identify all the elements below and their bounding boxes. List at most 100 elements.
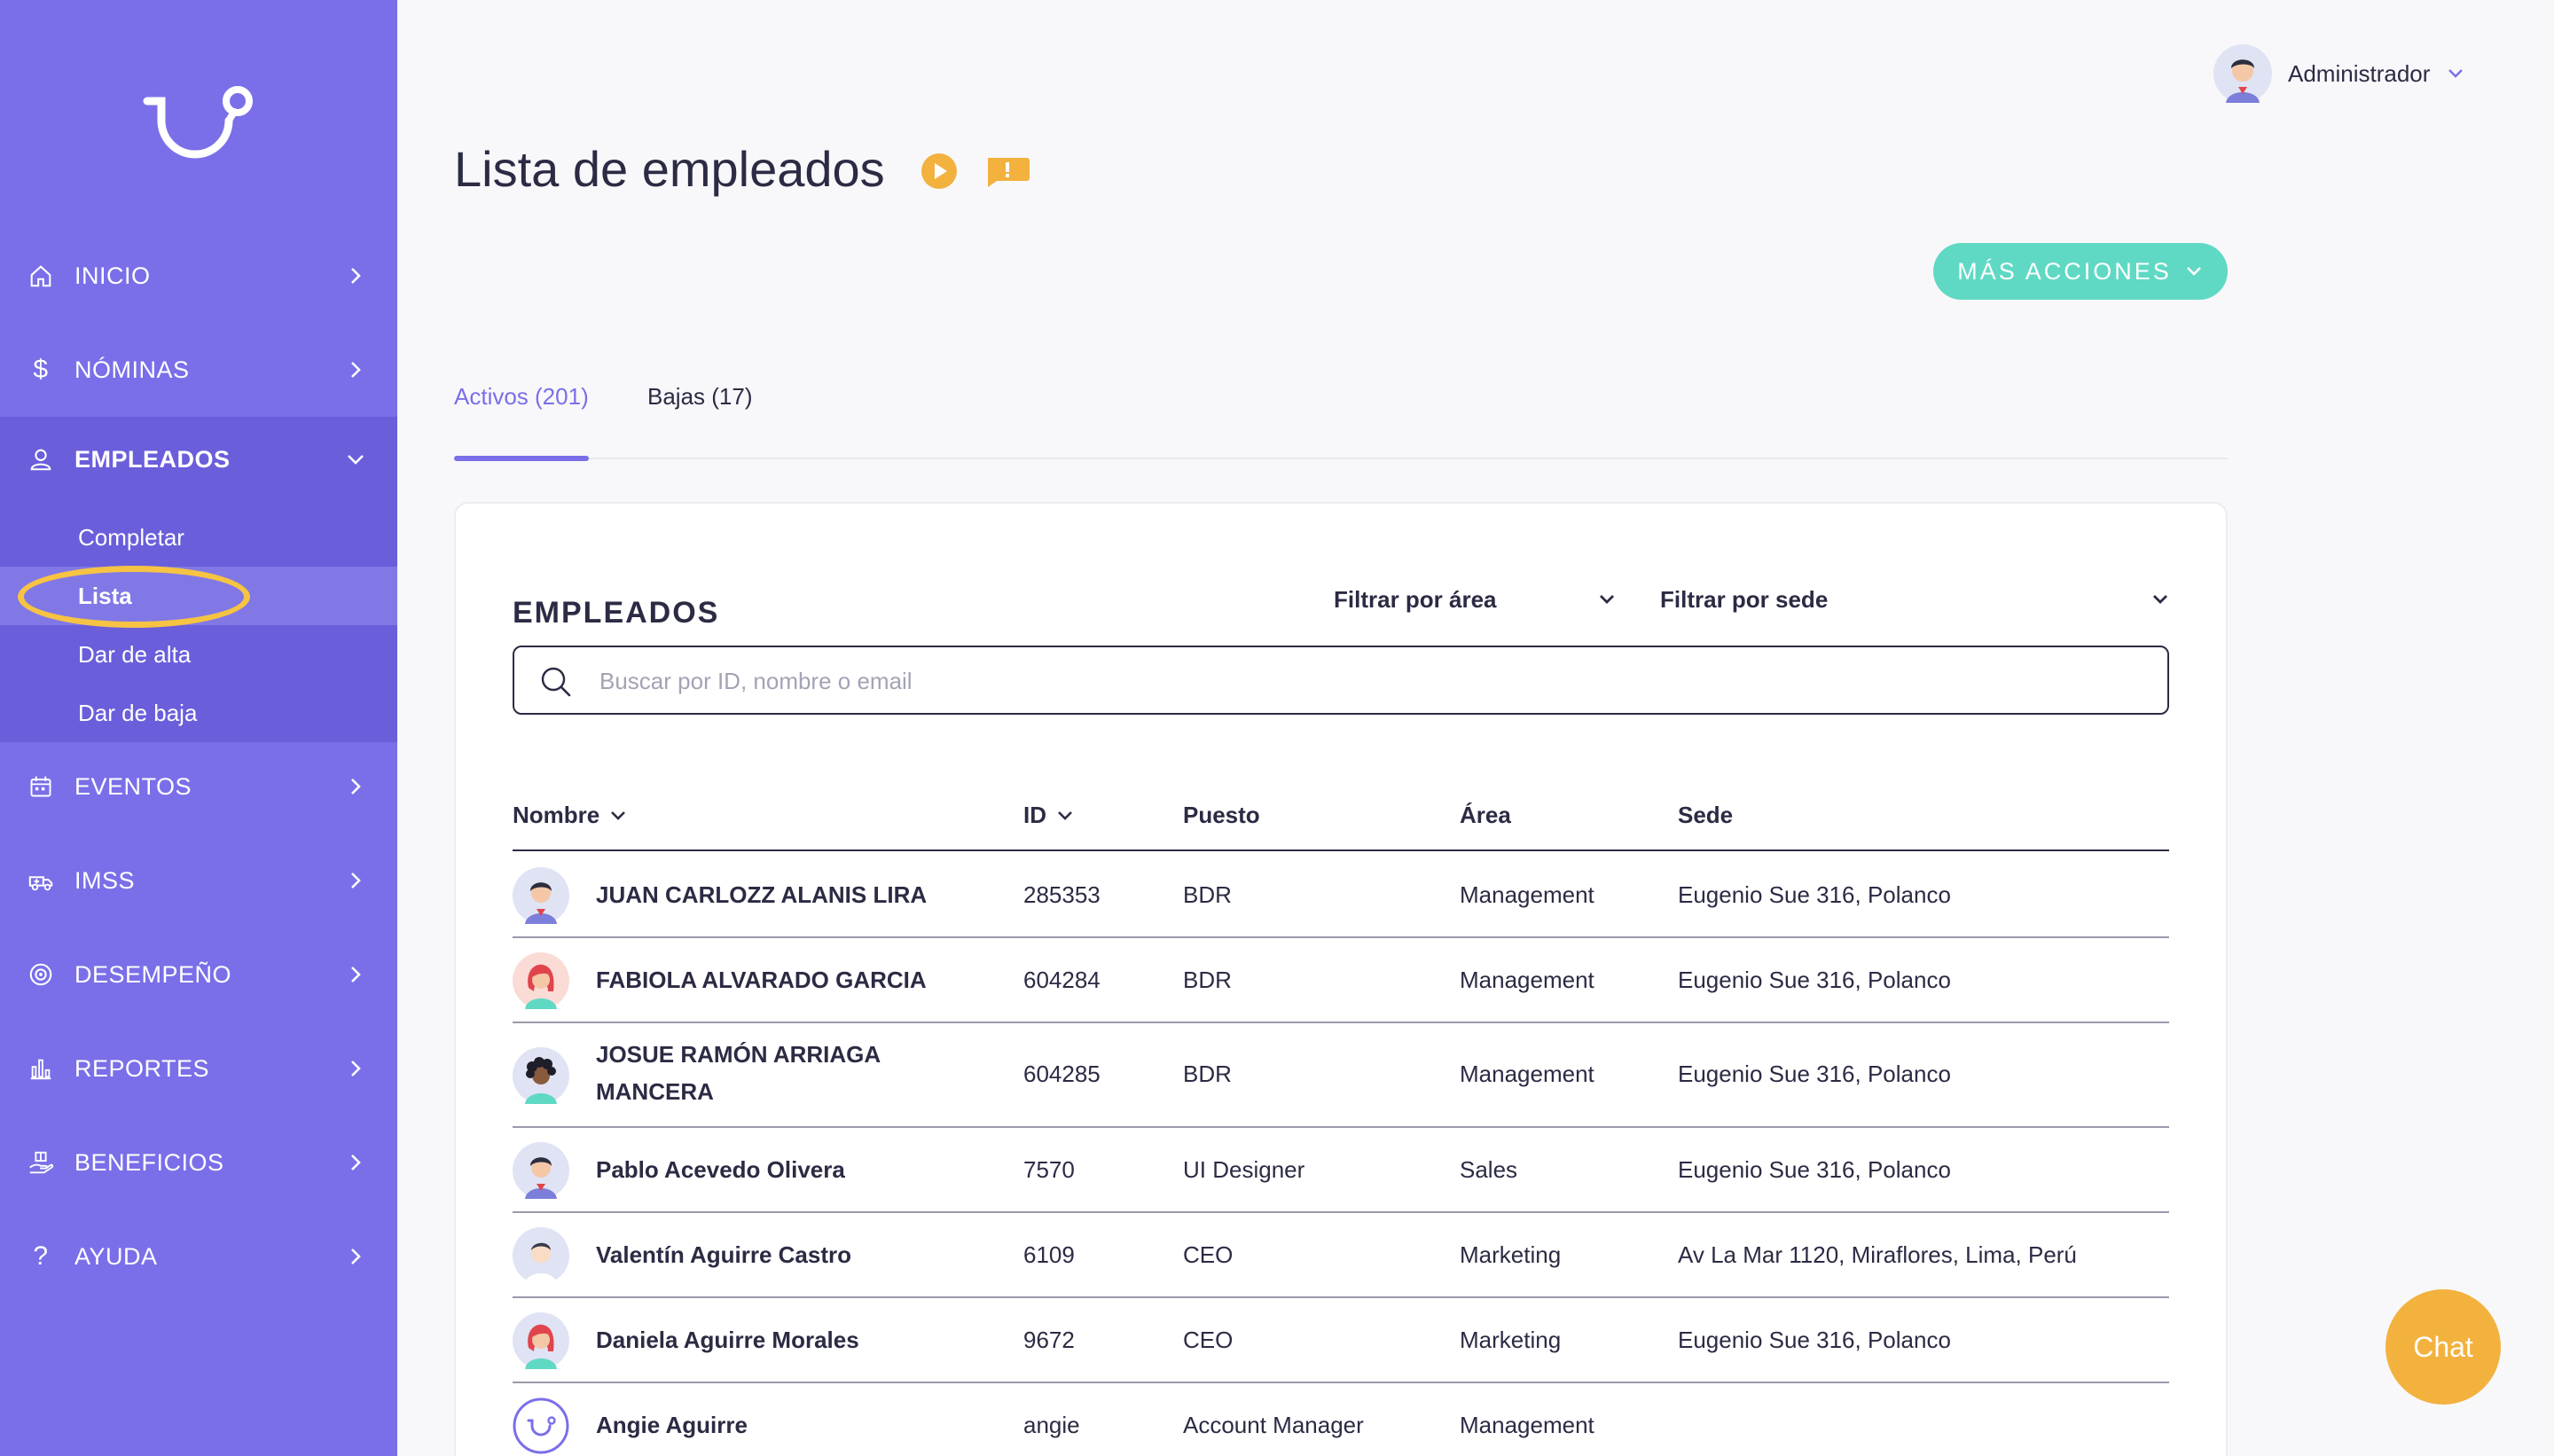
employee-name: Pablo Acevedo Olivera [596,1156,845,1183]
sidebar-item-inicio[interactable]: INICIO [0,229,397,323]
employee-sede: Eugenio Sue 316, Polanco [1678,967,1951,993]
sidebar-item-label: IMSS [74,866,136,894]
sidebar-item-nominas[interactable]: $ NÓMINAS [0,323,397,417]
chevron-down-icon [2153,595,2167,604]
search-input[interactable] [599,660,2143,702]
chevron-right-icon [351,362,361,378]
subnav-item-label: Lista [78,582,132,609]
table-row[interactable]: Angie Aguirre angie Account Manager Mana… [513,1383,2169,1456]
alert-message-icon[interactable] [984,156,1030,188]
sidebar-item-eventos[interactable]: EVENTOS [0,740,397,834]
chevron-down-icon [2448,69,2464,78]
employee-sede: Eugenio Sue 316, Polanco [1678,1156,1951,1183]
user-icon [27,445,55,474]
sidebar-item-label: NÓMINAS [74,356,190,383]
gift-hand-icon [27,1148,55,1177]
sidebar-item-label: REPORTES [74,1054,210,1082]
more-actions-label: MÁS ACCIONES [1957,257,2172,285]
search-icon [541,667,571,697]
employee-puesto: BDR [1183,881,1232,908]
chevron-right-icon [351,873,361,888]
employee-name: JOSUE RAMÓN ARRIAGA MANCERA [596,1041,881,1105]
sidebar-item-label: EVENTOS [74,772,192,800]
more-actions-button[interactable]: MÁS ACCIONES [1933,243,2228,300]
column-header-nombre[interactable]: Nombre [513,802,628,829]
sidebar-item-reportes[interactable]: REPORTES [0,1022,397,1115]
sidebar-item-label: DESEMPEÑO [74,960,232,988]
column-header-puesto: Puesto [1183,802,1260,829]
table-row[interactable]: FABIOLA ALVARADO GARCIA 604284 BDR Manag… [513,938,2169,1023]
sidebar-item-label: INICIO [74,262,151,289]
table-row[interactable]: JOSUE RAMÓN ARRIAGA MANCERA 604285 BDR M… [513,1023,2169,1128]
employee-name: FABIOLA ALVARADO GARCIA [596,967,927,993]
sidebar-item-label: EMPLEADOS [74,445,231,473]
table-row[interactable]: JUAN CARLOZZ ALANIS LIRA 285353 BDR Mana… [513,853,2169,938]
user-avatar-icon [2213,44,2272,103]
male-avatar-icon [513,1142,569,1199]
subnav-item-completar[interactable]: Completar [0,508,397,567]
tab-activos[interactable]: Activos (201) [454,380,589,461]
subnav-item-label: Completar [78,523,184,551]
subnav-item-dar-de-alta[interactable]: Dar de alta [0,625,397,684]
employee-name: Angie Aguirre [596,1412,748,1438]
bar-chart-icon [27,1054,55,1083]
sidebar-item-imss[interactable]: IMSS [0,834,397,928]
table-row[interactable]: Pablo Acevedo Olivera 7570 UI Designer S… [513,1128,2169,1213]
column-label: Puesto [1183,802,1260,828]
brand-logo-icon[interactable] [138,82,259,163]
tab-label: Activos (201) [454,383,589,410]
employee-puesto: Account Manager [1183,1412,1364,1438]
target-icon [27,960,55,989]
home-icon [27,262,55,290]
filter-area-dropdown[interactable]: Filtrar por área [1334,580,1626,619]
table-row[interactable]: Valentín Aguirre Castro 6109 CEO Marketi… [513,1213,2169,1298]
employee-area: Management [1460,881,1594,908]
table-header: Nombre ID Puesto Área Sede [513,793,2169,851]
status-tabs: Activos (201) Bajas (17) [454,380,2228,461]
female-redhair-avatar-icon [513,952,569,1009]
play-video-icon[interactable] [921,153,958,190]
employee-sede: Eugenio Sue 316, Polanco [1678,881,1951,908]
employee-id: 285353 [1023,881,1101,908]
employee-name: Daniela Aguirre Morales [596,1327,859,1353]
column-label: Sede [1678,802,1734,828]
employee-id: angie [1023,1412,1080,1438]
question-icon: ? [33,1241,49,1271]
filter-sede-dropdown[interactable]: Filtrar por sede [1660,580,2174,619]
sidebar: INICIO $ NÓMINAS EMPLEADOS Completar Lis… [0,0,397,1456]
subnav-item-lista[interactable]: Lista [0,567,397,625]
employee-id: 604284 [1023,967,1101,993]
tab-bajas[interactable]: Bajas (17) [647,380,753,458]
chevron-right-icon [351,268,361,284]
sidebar-item-empleados[interactable]: EMPLEADOS [0,417,397,502]
chevron-right-icon [351,1155,361,1170]
subnav-item-label: Dar de alta [78,640,192,668]
column-header-id[interactable]: ID [1023,802,1075,829]
chevron-down-icon [1600,595,1614,604]
female-redhair-avatar-icon [513,1312,569,1369]
chevron-right-icon [351,779,361,795]
chevron-down-icon [2186,267,2201,276]
column-header-area: Área [1460,802,1511,829]
sidebar-item-label: BENEFICIOS [74,1148,224,1176]
table-row[interactable]: Daniela Aguirre Morales 9672 CEO Marketi… [513,1298,2169,1383]
curly-hair-avatar-icon [513,1047,569,1104]
employee-sede: Eugenio Sue 316, Polanco [1678,1061,1951,1087]
filter-sede-label: Filtrar por sede [1660,585,1829,613]
user-menu[interactable]: Administrador [2213,44,2465,103]
column-label: Área [1460,802,1511,828]
calendar-icon [27,772,55,801]
subnav-item-label: Dar de baja [78,699,198,726]
card-title: EMPLEADOS [513,596,720,630]
sidebar-subnav-empleados: Completar Lista Dar de alta Dar de baja [0,501,397,742]
sidebar-item-beneficios[interactable]: BENEFICIOS [0,1115,397,1209]
sidebar-item-desempeno[interactable]: DESEMPEÑO [0,928,397,1022]
sidebar-item-ayuda[interactable]: ? AYUDA [0,1209,397,1303]
employee-puesto: BDR [1183,1061,1232,1087]
chevron-down-icon [348,455,364,465]
chat-button[interactable]: Chat [2386,1289,2501,1405]
employee-name: Valentín Aguirre Castro [596,1241,851,1268]
chevron-right-icon [351,1249,361,1264]
chevron-right-icon [351,967,361,982]
subnav-item-dar-de-baja[interactable]: Dar de baja [0,684,397,742]
